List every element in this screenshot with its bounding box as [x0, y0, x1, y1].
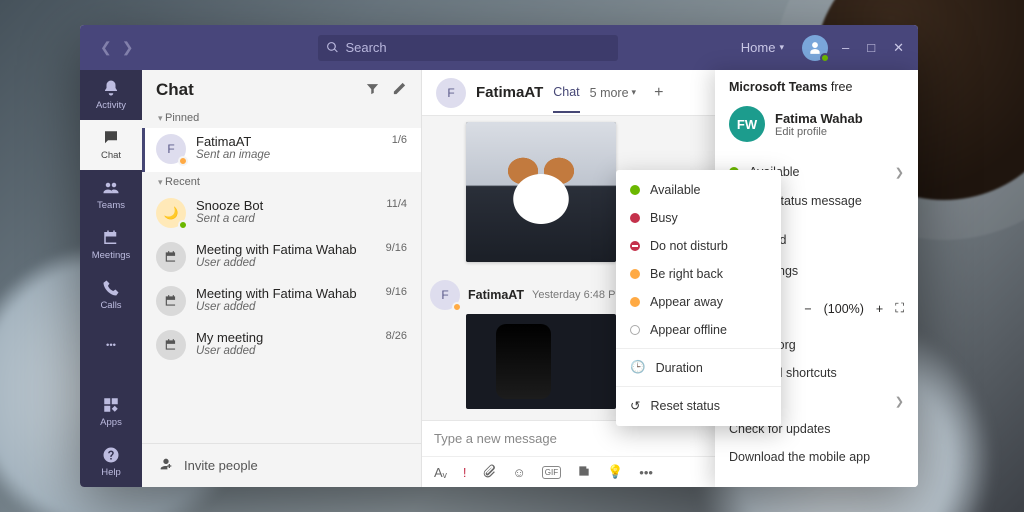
- status-reset[interactable]: ↺Reset status: [616, 391, 781, 420]
- conversation-title: FatimaAT: [476, 84, 543, 101]
- profile-avatar-button[interactable]: [802, 35, 828, 61]
- chevron-right-icon: ❯: [895, 166, 904, 179]
- stream-icon[interactable]: 💡: [607, 464, 623, 480]
- tab-chat[interactable]: Chat: [553, 85, 579, 113]
- zoom-out-button[interactable]: −: [804, 302, 811, 316]
- invite-icon: [158, 456, 174, 475]
- recent-section-label[interactable]: Recent: [142, 172, 421, 192]
- status-option-offline[interactable]: Appear offline: [616, 316, 781, 344]
- calendar-icon: [102, 229, 120, 247]
- zoom-value: (100%): [824, 302, 864, 316]
- priority-icon[interactable]: !: [463, 465, 467, 480]
- presence-available-icon: [178, 220, 188, 230]
- rail-help[interactable]: Help: [80, 437, 142, 487]
- chat-icon: [102, 129, 120, 147]
- clock-icon: 🕒: [630, 360, 646, 375]
- window-minimize-button[interactable]: –: [842, 40, 849, 56]
- rail-more[interactable]: •••: [80, 320, 142, 370]
- message-avatar: F: [430, 280, 460, 310]
- chat-sidebar: Chat Pinned F FatimaAT Sent an image 1/6…: [142, 70, 422, 487]
- teams-window: ❮ ❯ Search Home ▾ – □ ✕ Activity Cha: [80, 25, 918, 487]
- chat-title: Chat: [156, 80, 353, 100]
- chat-avatar: F: [156, 134, 186, 164]
- signout-link[interactable]: Sign out: [715, 479, 918, 487]
- filter-icon[interactable]: [365, 81, 380, 99]
- help-icon: [102, 446, 120, 464]
- tab-more-dropdown[interactable]: 5 more▾: [590, 86, 636, 100]
- presence-away-icon: [452, 302, 462, 312]
- status-option-available[interactable]: Available: [616, 176, 781, 204]
- presence-away-icon: [178, 156, 188, 166]
- status-menu: Available Busy Do not disturb Be right b…: [616, 170, 781, 426]
- conversation-avatar: F: [436, 78, 466, 108]
- chat-row[interactable]: Meeting with Fatima Wahab User added 9/1…: [142, 236, 421, 280]
- teams-icon: [102, 179, 120, 197]
- status-option-brb[interactable]: Be right back: [616, 260, 781, 288]
- ellipsis-icon: •••: [106, 340, 116, 351]
- chevron-right-icon: ❯: [895, 395, 904, 408]
- rail-calls[interactable]: Calls: [80, 270, 142, 320]
- moon-icon: 🌙: [164, 206, 179, 220]
- invite-people-button[interactable]: Invite people: [142, 443, 421, 487]
- rail-chat[interactable]: Chat: [80, 120, 142, 170]
- home-dropdown[interactable]: Home ▾: [741, 40, 784, 55]
- rail-teams[interactable]: Teams: [80, 170, 142, 220]
- rail-apps[interactable]: Apps: [80, 387, 142, 437]
- chat-row[interactable]: Meeting with Fatima Wahab User added 9/1…: [142, 280, 421, 324]
- attach-icon[interactable]: [482, 464, 496, 481]
- chat-row[interactable]: 🌙 Snooze Bot Sent a card 11/4: [142, 192, 421, 236]
- mobile-link[interactable]: Download the mobile app: [715, 443, 918, 471]
- search-input[interactable]: Search: [318, 35, 618, 61]
- nav-back-icon[interactable]: ❮: [100, 39, 112, 56]
- chevron-down-icon: ▾: [779, 42, 784, 53]
- search-placeholder: Search: [345, 40, 386, 55]
- fullscreen-icon[interactable]: ⛶: [895, 301, 904, 316]
- sticker-icon[interactable]: [577, 464, 591, 481]
- chat-row[interactable]: F FatimaAT Sent an image 1/6: [142, 128, 421, 172]
- rail-meetings[interactable]: Meetings: [80, 220, 142, 270]
- window-close-button[interactable]: ✕: [893, 40, 904, 56]
- message-timestamp: Yesterday 6:48 PM: [532, 289, 625, 301]
- meeting-avatar: [156, 330, 186, 360]
- window-maximize-button[interactable]: □: [867, 40, 875, 56]
- meeting-avatar: [156, 286, 186, 316]
- pinned-section-label[interactable]: Pinned: [142, 108, 421, 128]
- compose-icon[interactable]: [392, 81, 407, 99]
- message-author: FatimaAT: [468, 288, 524, 302]
- gif-icon[interactable]: GIF: [542, 466, 561, 479]
- emoji-icon[interactable]: ☺: [512, 465, 525, 480]
- reset-icon: ↺: [630, 398, 640, 413]
- titlebar: ❮ ❯ Search Home ▾ – □ ✕: [80, 25, 918, 70]
- apps-icon: [102, 396, 120, 414]
- nav-forward-icon[interactable]: ❯: [122, 39, 134, 56]
- chevron-down-icon: ▾: [632, 87, 637, 98]
- add-tab-button[interactable]: +: [654, 84, 663, 102]
- message-image[interactable]: [466, 122, 616, 262]
- chat-row[interactable]: My meeting User added 8/26: [142, 324, 421, 368]
- phone-icon: [102, 279, 120, 297]
- meeting-avatar: [156, 242, 186, 272]
- bell-icon: [102, 79, 120, 97]
- status-option-dnd[interactable]: Do not disturb: [616, 232, 781, 260]
- message-image[interactable]: [466, 314, 616, 409]
- app-rail: Activity Chat Teams Meetings Calls ••• A…: [80, 70, 142, 487]
- product-title: Microsoft Teams free: [715, 76, 918, 98]
- status-option-busy[interactable]: Busy: [616, 204, 781, 232]
- presence-available-icon: [820, 53, 830, 63]
- rail-activity[interactable]: Activity: [80, 70, 142, 120]
- edit-profile-link[interactable]: Edit profile: [775, 126, 863, 138]
- bot-avatar: 🌙: [156, 198, 186, 228]
- status-duration[interactable]: 🕒Duration: [616, 353, 781, 382]
- search-icon: [326, 41, 339, 54]
- profile-avatar: FW: [729, 106, 765, 142]
- zoom-in-button[interactable]: +: [876, 302, 883, 316]
- profile-user-row[interactable]: FW Fatima Wahab Edit profile: [715, 98, 918, 150]
- more-icon[interactable]: •••: [639, 465, 653, 480]
- status-option-away[interactable]: Appear away: [616, 288, 781, 316]
- format-icon[interactable]: Aᵥ: [434, 465, 447, 480]
